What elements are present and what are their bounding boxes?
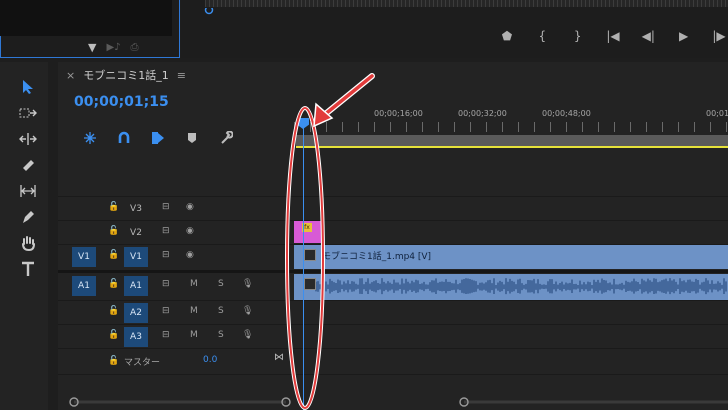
hand-icon[interactable] [15, 232, 41, 254]
source-patch-v1[interactable]: V1 [72, 247, 96, 267]
track-name-a3[interactable]: A3 [124, 327, 148, 347]
lock-icon[interactable]: 🔓 [108, 250, 119, 260]
track-name-v1[interactable]: V1 [124, 247, 148, 267]
pen-icon[interactable] [15, 206, 41, 228]
solo-button[interactable]: S [218, 330, 224, 340]
track-select-icon[interactable] [15, 102, 41, 124]
lock-icon[interactable]: 🔓 [108, 306, 119, 316]
sync-lock-icon[interactable]: ⊟ [162, 306, 170, 316]
step-back-icon[interactable]: ◀| [639, 27, 657, 45]
audio-waveform [315, 278, 727, 295]
mark-out-icon[interactable]: } [569, 27, 587, 45]
track-name-v3[interactable]: V3 [124, 199, 148, 219]
eye-icon[interactable]: ◉ [186, 202, 194, 212]
microphone-icon[interactable]: 🎙 [242, 306, 253, 316]
microphone-icon[interactable]: 🎙 [242, 330, 253, 340]
clip-thumbnail-icon [304, 249, 316, 261]
source-panel-controls: ▼ ▶♪ ⎙ [88, 40, 168, 54]
track-name-v2[interactable]: V2 [124, 223, 148, 243]
sequence-title: モブニコミ1話_1 [83, 69, 169, 82]
end-point-icon: ⋈ [274, 352, 284, 363]
track-header-a2: 🔓 A2 ⊟ M S 🎙 [58, 301, 294, 325]
ripple-edit-icon[interactable] [15, 128, 41, 150]
clip-thumbnail-icon [304, 278, 316, 290]
source-patch-a1[interactable]: A1 [72, 276, 96, 296]
insert-icon[interactable]: ▶♪ [106, 42, 120, 53]
mute-button[interactable]: M [190, 330, 198, 340]
playhead-line [303, 122, 304, 410]
ruler-ticks [294, 122, 728, 132]
render-bar [296, 146, 728, 148]
linked-selection-icon[interactable] [148, 130, 168, 146]
timecode-display[interactable]: 00;00;01;15 [74, 94, 169, 110]
video-audio-divider [58, 270, 728, 273]
program-playhead-icon[interactable] [204, 0, 214, 15]
track-header-v2: 🔓 V2 ⊟ ◉ [58, 221, 294, 245]
lock-icon[interactable]: 🔓 [108, 356, 119, 366]
lock-icon[interactable]: 🔓 [108, 202, 119, 212]
program-transport-controls: ⬟ { } |◀ ◀| ▶ |▶ [498, 27, 728, 45]
track-header-v1: V1 🔓 V1 ⊟ ◉ [58, 245, 294, 269]
ruler-label: 00;01 [706, 109, 728, 118]
track-header-scrollbar[interactable] [66, 396, 294, 408]
add-marker-icon[interactable] [182, 130, 202, 146]
close-icon[interactable]: × [66, 69, 75, 82]
mute-button[interactable]: M [190, 306, 198, 316]
lock-icon[interactable]: 🔓 [108, 330, 119, 340]
mark-in-icon[interactable]: { [533, 27, 551, 45]
filter-icon[interactable]: ▼ [88, 41, 96, 54]
step-forward-icon[interactable]: |▶ [710, 27, 728, 45]
ruler-label: 00;00;48;00 [542, 109, 591, 118]
eye-icon[interactable]: ◉ [186, 226, 194, 236]
selection-icon[interactable] [15, 76, 41, 98]
slip-icon[interactable] [15, 180, 41, 202]
lock-icon[interactable]: 🔓 [108, 226, 119, 236]
go-to-in-icon[interactable]: |◀ [604, 27, 622, 45]
track-header-a1: A1 🔓 A1 ⊟ M S 🎙 [58, 274, 294, 298]
track-header-v3: 🔓 V3 ⊟ ◉ [58, 197, 294, 221]
nest-icon[interactable] [80, 130, 100, 146]
sync-lock-icon[interactable]: ⊟ [162, 330, 170, 340]
track-name-a1[interactable]: A1 [124, 276, 148, 296]
timeline-scrollbar[interactable] [456, 396, 728, 408]
ruler-label: 00;00;16;00 [374, 109, 423, 118]
sync-lock-icon[interactable]: ⊟ [162, 279, 170, 289]
menu-icon[interactable]: ≡ [177, 69, 186, 82]
export-icon[interactable]: ⎙ [131, 42, 139, 53]
clip-name: モブニコミ1話_1.mp4 [V] [322, 252, 432, 262]
sync-lock-icon[interactable]: ⊟ [162, 202, 170, 212]
razor-icon[interactable] [15, 154, 41, 176]
microphone-icon[interactable]: 🎙 [242, 279, 253, 289]
master-track-label: マスター [124, 358, 161, 368]
mute-button[interactable]: M [190, 279, 198, 289]
snap-icon[interactable] [114, 130, 134, 146]
play-icon[interactable]: ▶ [675, 27, 693, 45]
type-icon[interactable] [15, 258, 41, 280]
solo-button[interactable]: S [218, 306, 224, 316]
program-scrub-bar[interactable] [205, 0, 728, 7]
wrench-icon[interactable] [216, 130, 236, 146]
sync-lock-icon[interactable]: ⊟ [162, 250, 170, 260]
track-divider [58, 374, 728, 375]
add-marker-icon[interactable]: ⬟ [498, 27, 516, 45]
sync-lock-icon[interactable]: ⊟ [162, 226, 170, 236]
track-header-a3: 🔓 A3 ⊟ M S 🎙 [58, 325, 294, 349]
ruler-label: 00;00;32;00 [458, 109, 507, 118]
eye-icon[interactable]: ◉ [186, 250, 194, 260]
solo-button[interactable]: S [218, 279, 224, 289]
master-volume-value[interactable]: 0.0 [203, 355, 217, 365]
source-monitor-viewport [0, 0, 172, 36]
lock-icon[interactable]: 🔓 [108, 279, 119, 289]
tools-list [14, 76, 42, 280]
sequence-tab[interactable]: × モブニコミ1話_1 ≡ [66, 66, 186, 84]
track-name-a2[interactable]: A2 [124, 303, 148, 323]
timeline-tool-row [80, 130, 236, 146]
